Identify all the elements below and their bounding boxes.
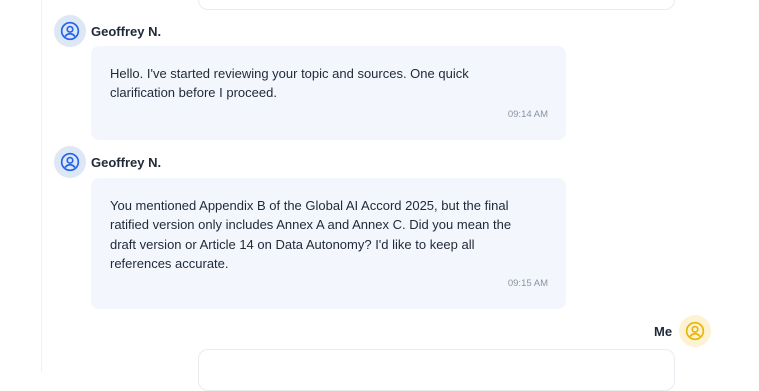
sender-name: Geoffrey N. — [91, 155, 162, 170]
user-circle-icon — [60, 152, 80, 172]
user-circle-icon — [60, 21, 80, 41]
user-circle-icon — [685, 321, 705, 341]
message-timestamp: 09:15 AM — [507, 278, 548, 289]
next-message-card — [198, 349, 675, 391]
sender-avatar — [54, 146, 86, 178]
message-text: Hello. I've started reviewing your topic… — [110, 66, 469, 101]
chat-left-border — [41, 0, 42, 372]
message-bubble: Hello. I've started reviewing your topic… — [91, 46, 566, 140]
previous-message-card — [198, 0, 675, 10]
self-name: Me — [654, 324, 673, 339]
message-text: You mentioned Appendix B of the Global A… — [110, 198, 512, 271]
message-timestamp: 09:14 AM — [507, 109, 548, 120]
sender-name: Geoffrey N. — [91, 24, 162, 39]
message-bubble: You mentioned Appendix B of the Global A… — [91, 178, 566, 309]
sender-avatar — [54, 15, 86, 47]
self-avatar — [679, 315, 711, 347]
